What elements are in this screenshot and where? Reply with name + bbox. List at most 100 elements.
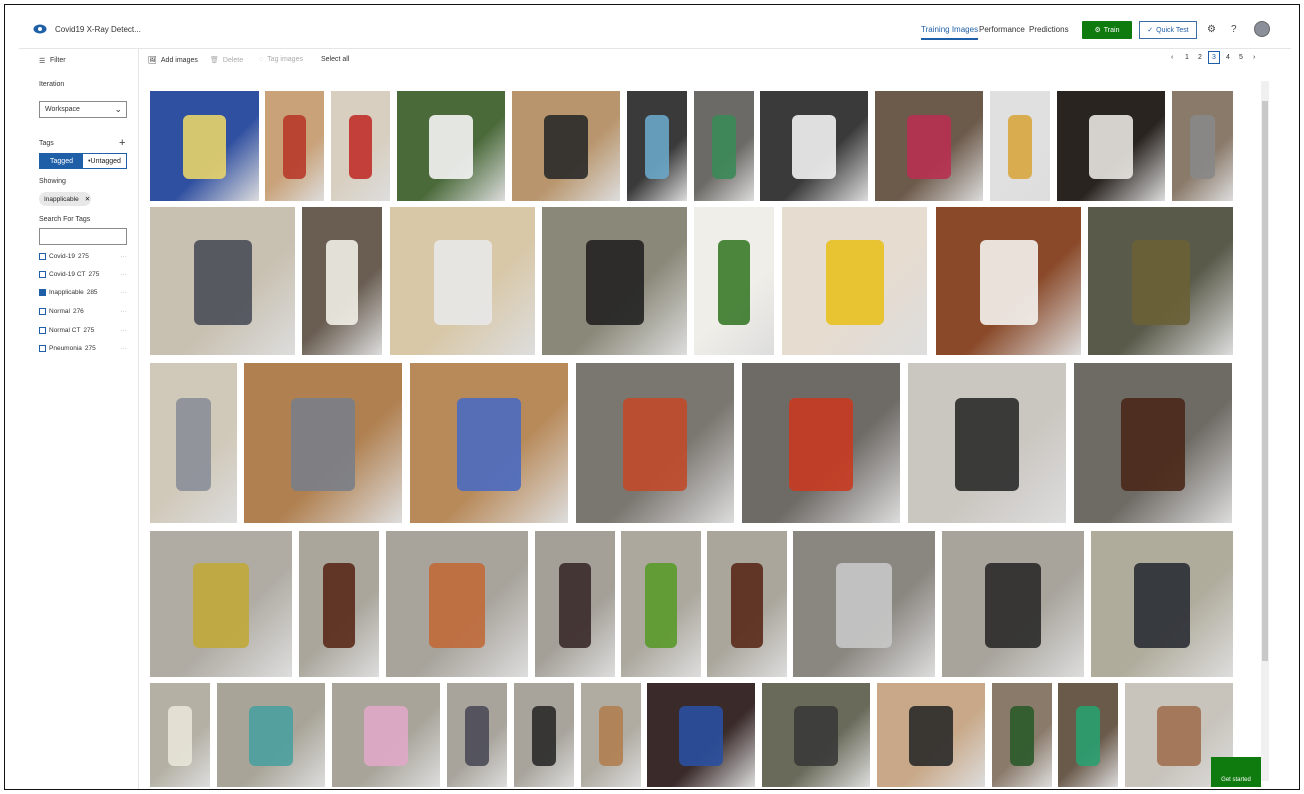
delete-button[interactable]: 🗑 Delete	[210, 56, 244, 65]
training-image-thumbnail[interactable]	[1057, 91, 1165, 201]
tag-item-inapplicable[interactable]: Inapplicable 285 ···	[39, 289, 127, 296]
training-image-thumbnail[interactable]	[742, 363, 900, 523]
training-image-thumbnail[interactable]	[992, 683, 1052, 787]
tag-item-pneumonia[interactable]: Pneumonia 275 ···	[39, 345, 127, 352]
training-image-thumbnail[interactable]	[1058, 683, 1118, 787]
filter-chip[interactable]: Inapplicable ✕	[39, 192, 91, 206]
training-image-thumbnail[interactable]	[908, 363, 1066, 523]
training-image-thumbnail[interactable]	[447, 683, 507, 787]
training-image-thumbnail[interactable]	[410, 363, 568, 523]
delete-label: Delete	[222, 56, 244, 64]
more-icon[interactable]: ···	[121, 308, 128, 315]
training-image-thumbnail[interactable]	[621, 531, 701, 677]
add-images-button[interactable]: 🖼 Add images	[148, 56, 198, 65]
tab-predictions[interactable]: Predictions	[1029, 25, 1069, 34]
training-image-thumbnail[interactable]	[1088, 207, 1233, 355]
training-image-thumbnail[interactable]	[332, 683, 440, 787]
tag-item-covid19-ct[interactable]: Covid-19 CT 275 ···	[39, 271, 127, 278]
training-image-thumbnail[interactable]	[244, 363, 402, 523]
tag-checkbox[interactable]	[39, 253, 46, 260]
tag-checkbox[interactable]	[39, 327, 46, 334]
training-image-thumbnail[interactable]	[694, 91, 754, 201]
more-icon[interactable]: ···	[121, 345, 128, 352]
avatar-icon[interactable]	[1254, 21, 1270, 37]
page-5[interactable]: 5	[1239, 54, 1243, 61]
training-image-thumbnail[interactable]	[627, 91, 687, 201]
search-tags-input[interactable]	[39, 228, 127, 245]
training-image-thumbnail[interactable]	[576, 363, 734, 523]
gear-icon[interactable]: ⚙	[1207, 24, 1216, 35]
training-image-thumbnail[interactable]	[542, 207, 687, 355]
app-title[interactable]: Covid19 X-Ray Detect...	[55, 25, 141, 34]
select-all-button[interactable]: Select all	[321, 56, 349, 63]
training-image-thumbnail[interactable]	[386, 531, 528, 677]
training-image-thumbnail[interactable]	[1172, 91, 1233, 201]
tag-checkbox[interactable]	[39, 308, 46, 315]
tag-images-button[interactable]: ◌ Tag images	[259, 56, 303, 63]
photo-object	[1089, 115, 1133, 179]
more-icon[interactable]: ···	[121, 271, 128, 278]
training-image-thumbnail[interactable]	[299, 531, 379, 677]
training-image-thumbnail[interactable]	[793, 531, 935, 677]
tagged-toggle[interactable]: Tagged • Untagged	[39, 153, 127, 169]
training-image-thumbnail[interactable]	[707, 531, 787, 677]
page-1[interactable]: 1	[1185, 54, 1189, 61]
tag-checkbox[interactable]	[39, 289, 46, 296]
training-image-thumbnail[interactable]	[535, 531, 615, 677]
quick-test-button[interactable]: ✓ Quick Test	[1139, 21, 1197, 39]
tagged-option[interactable]: Tagged	[40, 154, 83, 168]
training-image-thumbnail[interactable]	[877, 683, 985, 787]
train-button[interactable]: ⚙ Train	[1082, 21, 1132, 39]
untagged-option[interactable]: • Untagged	[83, 154, 126, 168]
training-image-thumbnail[interactable]	[942, 531, 1084, 677]
training-image-thumbnail[interactable]	[875, 91, 983, 201]
tag-checkbox[interactable]	[39, 345, 46, 352]
training-image-thumbnail[interactable]	[150, 683, 210, 787]
training-image-thumbnail[interactable]	[1074, 363, 1232, 523]
chevron-left-icon[interactable]: ‹	[1171, 54, 1173, 61]
training-image-thumbnail[interactable]	[762, 683, 870, 787]
more-icon[interactable]: ···	[121, 253, 128, 260]
iteration-select[interactable]: Workspace ⌄	[39, 101, 127, 118]
training-image-thumbnail[interactable]	[1091, 531, 1233, 677]
get-started-button[interactable]: Get started	[1211, 757, 1261, 787]
page-4[interactable]: 4	[1226, 54, 1230, 61]
add-icon[interactable]: +	[119, 137, 125, 149]
more-icon[interactable]: ···	[121, 289, 128, 296]
training-image-thumbnail[interactable]	[302, 207, 382, 355]
training-image-thumbnail[interactable]	[265, 91, 324, 201]
chevron-right-icon[interactable]: ›	[1253, 54, 1255, 61]
tag-checkbox[interactable]	[39, 271, 46, 278]
close-icon[interactable]: ✕	[85, 195, 90, 203]
tag-item-covid19[interactable]: Covid-19 275 ···	[39, 253, 127, 260]
training-image-thumbnail[interactable]	[512, 91, 620, 201]
help-icon[interactable]: ?	[1231, 24, 1237, 35]
training-image-thumbnail[interactable]	[760, 91, 868, 201]
training-image-thumbnail[interactable]	[150, 91, 259, 201]
training-image-thumbnail[interactable]	[217, 683, 325, 787]
filter-label[interactable]: Filter	[50, 57, 66, 64]
tab-training-images[interactable]: Training Images	[921, 25, 979, 40]
training-image-thumbnail[interactable]	[647, 683, 755, 787]
more-icon[interactable]: ···	[121, 327, 128, 334]
tag-item-normal-ct[interactable]: Normal CT 275 ···	[39, 327, 127, 334]
quick-test-label: Quick Test	[1156, 26, 1189, 34]
training-image-thumbnail[interactable]	[936, 207, 1081, 355]
training-image-thumbnail[interactable]	[990, 91, 1050, 201]
training-image-thumbnail[interactable]	[150, 363, 237, 523]
page-2[interactable]: 2	[1198, 54, 1202, 61]
training-image-thumbnail[interactable]	[514, 683, 574, 787]
training-image-thumbnail[interactable]	[331, 91, 390, 201]
tab-performance[interactable]: Performance	[979, 25, 1025, 34]
training-image-thumbnail[interactable]	[150, 207, 295, 355]
tag-item-normal[interactable]: Normal 276 ···	[39, 308, 127, 315]
scrollbar-thumb[interactable]	[1262, 101, 1268, 661]
training-image-thumbnail[interactable]	[390, 207, 535, 355]
page-3-current[interactable]: 3	[1208, 51, 1220, 64]
training-image-thumbnail[interactable]	[694, 207, 774, 355]
training-image-thumbnail[interactable]	[581, 683, 641, 787]
training-image-thumbnail[interactable]	[397, 91, 505, 201]
filter-icon[interactable]: ☰	[39, 57, 45, 65]
training-image-thumbnail[interactable]	[150, 531, 292, 677]
training-image-thumbnail[interactable]	[782, 207, 927, 355]
